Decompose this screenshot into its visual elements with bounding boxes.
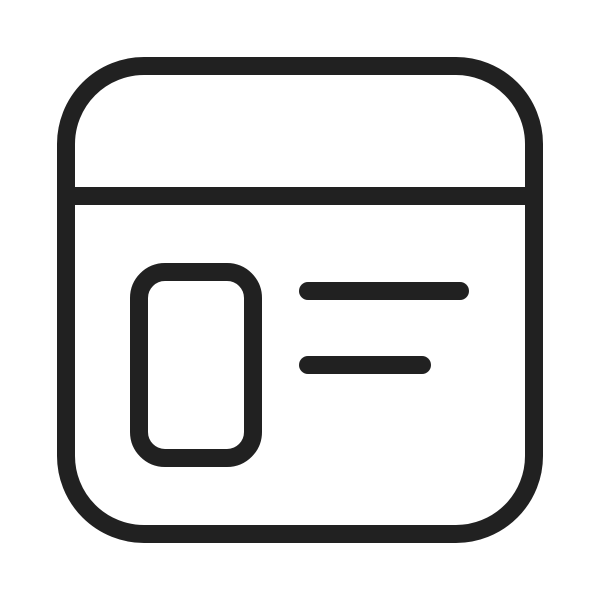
icon-canvas: [0, 0, 600, 600]
browser-window-layout-icon: [57, 57, 543, 543]
image-placeholder-box: [130, 263, 262, 467]
